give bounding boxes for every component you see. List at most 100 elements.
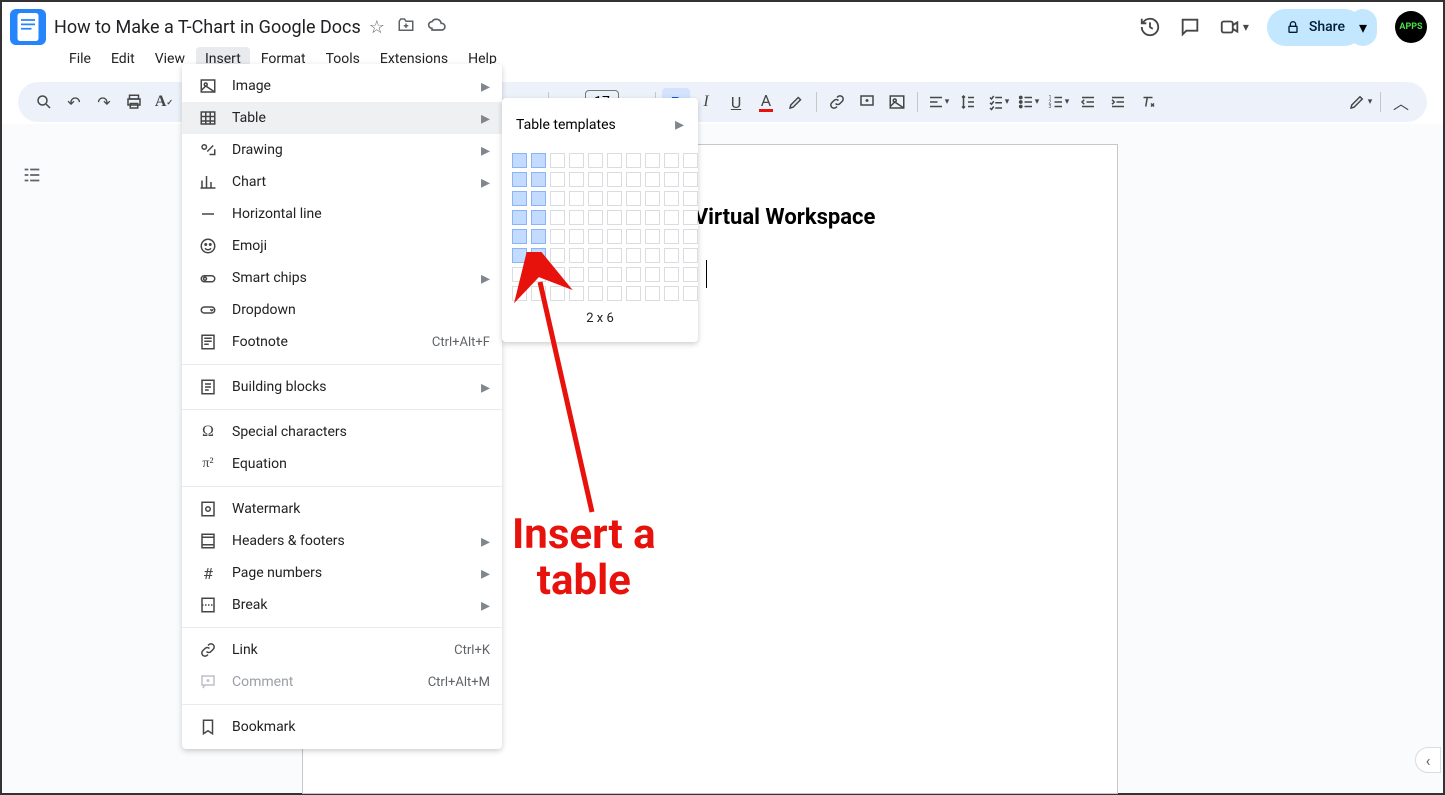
table-templates-item[interactable]: Table templates ▸ [502,106,698,143]
print-icon[interactable] [120,88,148,116]
search-menus-icon[interactable] [30,88,58,116]
text-color-button[interactable]: A [752,88,780,116]
table-grid-cell[interactable] [645,286,660,301]
outline-toggle-icon[interactable] [21,164,43,793]
table-grid-cell[interactable] [569,191,584,206]
table-grid-cell[interactable] [569,248,584,263]
table-grid-cell[interactable] [683,286,698,301]
table-grid-cell[interactable] [569,153,584,168]
side-panel-toggle[interactable]: ‹ [1415,747,1441,773]
table-grid-cell[interactable] [550,210,565,225]
table-grid-cell[interactable] [683,191,698,206]
table-grid-cell[interactable] [626,267,641,282]
redo-icon[interactable]: ↷ [90,88,118,116]
table-grid-cell[interactable] [664,191,679,206]
table-grid-cell[interactable] [512,153,527,168]
table-grid-cell[interactable] [531,267,546,282]
table-grid-cell[interactable] [664,153,679,168]
table-grid-cell[interactable] [512,210,527,225]
table-grid-cell[interactable] [512,267,527,282]
menu-file[interactable]: File [60,47,100,71]
table-grid-cell[interactable] [588,286,603,301]
table-grid-cell[interactable] [683,229,698,244]
table-grid-cell[interactable] [569,210,584,225]
table-grid-cell[interactable] [569,267,584,282]
insert-smart-chips[interactable]: Smart chips▸ [182,262,502,294]
insert-dropdown[interactable]: Dropdown [182,294,502,326]
table-grid-cell[interactable] [550,191,565,206]
insert-horizontal-line[interactable]: Horizontal line [182,198,502,230]
line-spacing-button[interactable] [954,88,982,116]
table-grid-cell[interactable] [626,210,641,225]
table-grid-cell[interactable] [550,267,565,282]
clear-formatting-icon[interactable] [1134,88,1162,116]
insert-link[interactable]: LinkCtrl+K [182,634,502,666]
doc-title[interactable]: How to Make a T-Chart in Google Docs [54,17,361,38]
collapse-toolbar-icon[interactable]: ︿ [1387,88,1415,116]
account-avatar[interactable]: APPS [1395,11,1427,43]
insert-building-blocks[interactable]: Building blocks▸ [182,371,502,403]
table-grid-cell[interactable] [512,286,527,301]
table-grid-cell[interactable] [550,172,565,187]
insert-emoji[interactable]: Emoji [182,230,502,262]
spellcheck-icon[interactable]: A✓ [150,88,178,116]
bulleted-list-button[interactable]: ▾ [1014,88,1042,116]
table-grid-cell[interactable] [664,229,679,244]
table-grid-cell[interactable] [607,248,622,263]
table-grid-cell[interactable] [645,229,660,244]
move-icon[interactable] [397,16,415,39]
table-grid-cell[interactable] [531,286,546,301]
insert-break[interactable]: Break▸ [182,589,502,621]
table-grid-cell[interactable] [607,210,622,225]
table-grid-cell[interactable] [626,191,641,206]
table-grid-cell[interactable] [588,172,603,187]
add-comment-icon[interactable] [853,88,881,116]
table-grid-cell[interactable] [683,267,698,282]
meet-icon[interactable]: ▾ [1219,16,1249,38]
docs-logo-icon[interactable] [10,9,46,45]
star-icon[interactable]: ☆ [369,17,385,38]
table-grid-cell[interactable] [683,153,698,168]
table-grid-cell[interactable] [645,153,660,168]
table-grid-cell[interactable] [531,248,546,263]
highlight-button[interactable] [782,88,810,116]
insert-chart[interactable]: Chart▸ [182,166,502,198]
table-grid-cell[interactable] [569,229,584,244]
undo-icon[interactable]: ↶ [60,88,88,116]
table-grid-cell[interactable] [626,229,641,244]
cloud-status-icon[interactable] [427,15,447,40]
table-size-grid[interactable] [502,143,698,307]
insert-drawing[interactable]: Drawing▸ [182,134,502,166]
table-grid-cell[interactable] [683,210,698,225]
insert-table[interactable]: Table▸ [182,102,502,134]
insert-footnote[interactable]: FootnoteCtrl+Alt+F [182,326,502,358]
table-grid-cell[interactable] [550,248,565,263]
table-grid-cell[interactable] [626,248,641,263]
history-icon[interactable] [1139,16,1161,38]
table-grid-cell[interactable] [512,172,527,187]
table-grid-cell[interactable] [588,210,603,225]
table-grid-cell[interactable] [645,210,660,225]
insert-headers-footers[interactable]: Headers & footers▸ [182,525,502,557]
comments-icon[interactable] [1179,16,1201,38]
table-grid-cell[interactable] [569,172,584,187]
table-grid-cell[interactable] [664,248,679,263]
table-grid-cell[interactable] [607,267,622,282]
decrease-indent-icon[interactable] [1074,88,1102,116]
insert-link-icon[interactable] [823,88,851,116]
numbered-list-button[interactable]: 123▾ [1044,88,1072,116]
table-grid-cell[interactable] [588,153,603,168]
insert-page-numbers[interactable]: #Page numbers▸ [182,557,502,589]
table-grid-cell[interactable] [588,267,603,282]
table-grid-cell[interactable] [588,229,603,244]
table-grid-cell[interactable] [588,191,603,206]
table-grid-cell[interactable] [664,172,679,187]
menu-edit[interactable]: Edit [102,47,144,71]
insert-image[interactable]: Image▸ [182,70,502,102]
table-grid-cell[interactable] [664,210,679,225]
insert-equation[interactable]: π²Equation [182,448,502,480]
table-grid-cell[interactable] [531,172,546,187]
table-grid-cell[interactable] [683,248,698,263]
underline-button[interactable]: U [722,88,750,116]
table-grid-cell[interactable] [645,191,660,206]
